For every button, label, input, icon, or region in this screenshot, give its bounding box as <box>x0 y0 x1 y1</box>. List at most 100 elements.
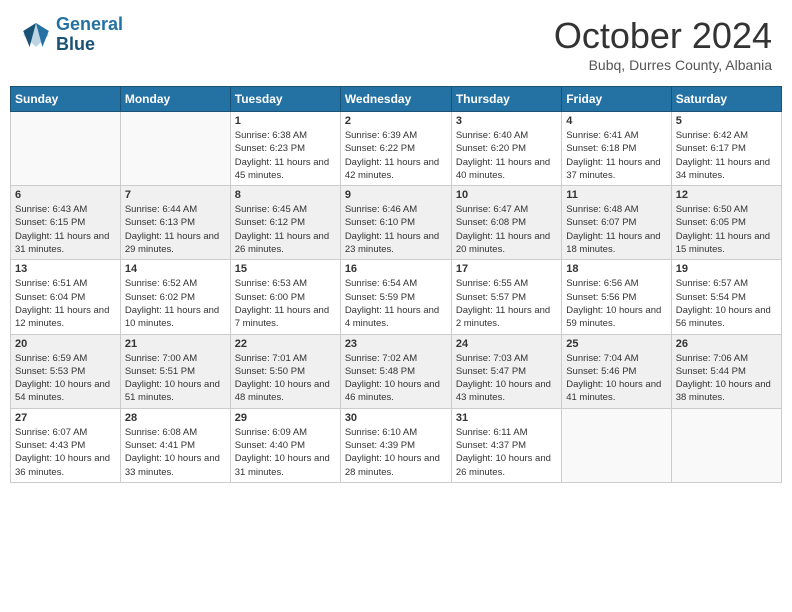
day-number: 19 <box>676 263 777 275</box>
logo-text: General Blue <box>56 15 123 55</box>
month-title: October 2024 <box>554 15 772 57</box>
calendar-week-row: 1 Sunrise: 6:38 AM Sunset: 6:23 PM Daylig… <box>11 112 782 186</box>
day-info: Sunrise: 6:56 AM Sunset: 5:56 PM Dayligh… <box>566 277 666 330</box>
table-row: 27 Sunrise: 6:07 AM Sunset: 4:43 PM Dayli… <box>11 408 121 482</box>
table-row: 13 Sunrise: 6:51 AM Sunset: 6:04 PM Dayli… <box>11 260 121 334</box>
day-info: Sunrise: 6:52 AM Sunset: 6:02 PM Dayligh… <box>125 277 226 330</box>
col-friday: Friday <box>562 87 671 112</box>
day-number: 9 <box>345 189 447 201</box>
col-thursday: Thursday <box>451 87 561 112</box>
day-number: 7 <box>125 189 226 201</box>
table-row: 3 Sunrise: 6:40 AM Sunset: 6:20 PM Daylig… <box>451 112 561 186</box>
table-row: 10 Sunrise: 6:47 AM Sunset: 6:08 PM Dayli… <box>451 186 561 260</box>
day-info: Sunrise: 6:11 AM Sunset: 4:37 PM Dayligh… <box>456 426 557 479</box>
table-row <box>120 112 230 186</box>
day-info: Sunrise: 7:04 AM Sunset: 5:46 PM Dayligh… <box>566 352 666 405</box>
day-info: Sunrise: 6:41 AM Sunset: 6:18 PM Dayligh… <box>566 129 666 182</box>
day-info: Sunrise: 6:46 AM Sunset: 6:10 PM Dayligh… <box>345 203 447 256</box>
table-row: 12Sunrise: 6:50 AM Sunset: 6:05 PM Dayli… <box>671 186 781 260</box>
day-info: Sunrise: 6:59 AM Sunset: 5:53 PM Dayligh… <box>15 352 116 405</box>
title-block: October 2024 Bubq, Durres County, Albani… <box>554 15 772 73</box>
day-info: Sunrise: 6:57 AM Sunset: 5:54 PM Dayligh… <box>676 277 777 330</box>
day-number: 3 <box>456 115 557 127</box>
table-row <box>11 112 121 186</box>
table-row: 19 Sunrise: 6:57 AM Sunset: 5:54 PM Dayli… <box>671 260 781 334</box>
day-number: 16 <box>345 263 447 275</box>
day-number: 2 <box>345 115 447 127</box>
day-info: Sunrise: 7:06 AM Sunset: 5:44 PM Dayligh… <box>676 352 777 405</box>
day-number: 17 <box>456 263 557 275</box>
table-row: 9 Sunrise: 6:46 AM Sunset: 6:10 PM Daylig… <box>340 186 451 260</box>
day-info: Sunrise: 6:42 AM Sunset: 6:17 PM Dayligh… <box>676 129 777 182</box>
table-row: 5 Sunrise: 6:42 AM Sunset: 6:17 PM Daylig… <box>671 112 781 186</box>
table-row: 11 Sunrise: 6:48 AM Sunset: 6:07 PM Dayli… <box>562 186 671 260</box>
calendar-week-row: 6Sunrise: 6:43 AM Sunset: 6:15 PM Daylig… <box>11 186 782 260</box>
logo-icon <box>20 19 52 51</box>
day-info: Sunrise: 7:02 AM Sunset: 5:48 PM Dayligh… <box>345 352 447 405</box>
table-row: 16 Sunrise: 6:54 AM Sunset: 5:59 PM Dayli… <box>340 260 451 334</box>
day-number: 21 <box>125 338 226 350</box>
day-info: Sunrise: 7:00 AM Sunset: 5:51 PM Dayligh… <box>125 352 226 405</box>
day-number: 10 <box>456 189 557 201</box>
calendar-week-row: 13 Sunrise: 6:51 AM Sunset: 6:04 PM Dayli… <box>11 260 782 334</box>
logo: General Blue <box>20 15 123 55</box>
table-row: 25 Sunrise: 7:04 AM Sunset: 5:46 PM Dayli… <box>562 334 671 408</box>
table-row: 29 Sunrise: 6:09 AM Sunset: 4:40 PM Dayli… <box>230 408 340 482</box>
table-row: 17 Sunrise: 6:55 AM Sunset: 5:57 PM Dayli… <box>451 260 561 334</box>
day-number: 1 <box>235 115 336 127</box>
day-info: Sunrise: 6:47 AM Sunset: 6:08 PM Dayligh… <box>456 203 557 256</box>
day-number: 13 <box>15 263 116 275</box>
day-info: Sunrise: 7:03 AM Sunset: 5:47 PM Dayligh… <box>456 352 557 405</box>
col-monday: Monday <box>120 87 230 112</box>
day-number: 23 <box>345 338 447 350</box>
logo-line1: General <box>56 15 123 35</box>
day-number: 5 <box>676 115 777 127</box>
day-info: Sunrise: 6:48 AM Sunset: 6:07 PM Dayligh… <box>566 203 666 256</box>
table-row <box>671 408 781 482</box>
col-wednesday: Wednesday <box>340 87 451 112</box>
day-info: Sunrise: 6:40 AM Sunset: 6:20 PM Dayligh… <box>456 129 557 182</box>
day-info: Sunrise: 6:51 AM Sunset: 6:04 PM Dayligh… <box>15 277 116 330</box>
table-row: 28Sunrise: 6:08 AM Sunset: 4:41 PM Dayli… <box>120 408 230 482</box>
day-number: 27 <box>15 412 116 424</box>
day-info: Sunrise: 6:07 AM Sunset: 4:43 PM Dayligh… <box>15 426 116 479</box>
col-saturday: Saturday <box>671 87 781 112</box>
day-number: 20 <box>15 338 116 350</box>
day-info: Sunrise: 6:45 AM Sunset: 6:12 PM Dayligh… <box>235 203 336 256</box>
day-info: Sunrise: 7:01 AM Sunset: 5:50 PM Dayligh… <box>235 352 336 405</box>
table-row: 31 Sunrise: 6:11 AM Sunset: 4:37 PM Dayli… <box>451 408 561 482</box>
day-info: Sunrise: 6:55 AM Sunset: 5:57 PM Dayligh… <box>456 277 557 330</box>
table-row: 21 Sunrise: 7:00 AM Sunset: 5:51 PM Dayli… <box>120 334 230 408</box>
table-row: 4Sunrise: 6:41 AM Sunset: 6:18 PM Daylig… <box>562 112 671 186</box>
day-number: 25 <box>566 338 666 350</box>
col-sunday: Sunday <box>11 87 121 112</box>
day-info: Sunrise: 6:54 AM Sunset: 5:59 PM Dayligh… <box>345 277 447 330</box>
day-number: 11 <box>566 189 666 201</box>
day-info: Sunrise: 6:08 AM Sunset: 4:41 PM Dayligh… <box>125 426 226 479</box>
day-number: 31 <box>456 412 557 424</box>
day-info: Sunrise: 6:09 AM Sunset: 4:40 PM Dayligh… <box>235 426 336 479</box>
day-number: 29 <box>235 412 336 424</box>
calendar-table: Sunday Monday Tuesday Wednesday Thursday… <box>10 86 782 483</box>
table-row: 7Sunrise: 6:44 AM Sunset: 6:13 PM Daylig… <box>120 186 230 260</box>
calendar-week-row: 27 Sunrise: 6:07 AM Sunset: 4:43 PM Dayli… <box>11 408 782 482</box>
col-tuesday: Tuesday <box>230 87 340 112</box>
day-number: 12 <box>676 189 777 201</box>
calendar-header-row: Sunday Monday Tuesday Wednesday Thursday… <box>11 87 782 112</box>
day-info: Sunrise: 6:39 AM Sunset: 6:22 PM Dayligh… <box>345 129 447 182</box>
day-number: 6 <box>15 189 116 201</box>
calendar-week-row: 20 Sunrise: 6:59 AM Sunset: 5:53 PM Dayli… <box>11 334 782 408</box>
day-info: Sunrise: 6:38 AM Sunset: 6:23 PM Dayligh… <box>235 129 336 182</box>
day-number: 18 <box>566 263 666 275</box>
table-row: 20 Sunrise: 6:59 AM Sunset: 5:53 PM Dayli… <box>11 334 121 408</box>
day-number: 26 <box>676 338 777 350</box>
location-subtitle: Bubq, Durres County, Albania <box>554 57 772 73</box>
table-row: 15Sunrise: 6:53 AM Sunset: 6:00 PM Dayli… <box>230 260 340 334</box>
table-row: 2 Sunrise: 6:39 AM Sunset: 6:22 PM Daylig… <box>340 112 451 186</box>
day-number: 8 <box>235 189 336 201</box>
day-number: 22 <box>235 338 336 350</box>
table-row: 6Sunrise: 6:43 AM Sunset: 6:15 PM Daylig… <box>11 186 121 260</box>
table-row: 22 Sunrise: 7:01 AM Sunset: 5:50 PM Dayli… <box>230 334 340 408</box>
table-row: 18 Sunrise: 6:56 AM Sunset: 5:56 PM Dayli… <box>562 260 671 334</box>
day-number: 15 <box>235 263 336 275</box>
